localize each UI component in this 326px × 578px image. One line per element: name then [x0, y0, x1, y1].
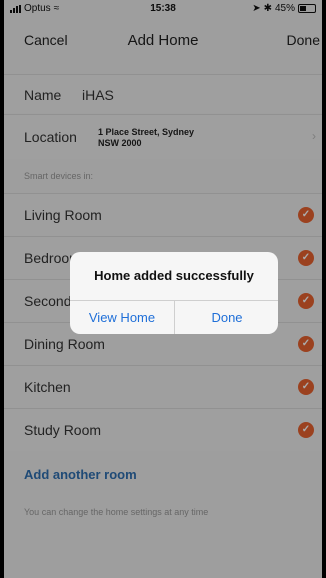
- alert-message: Home added successfully: [94, 268, 254, 283]
- phone-screen: Optus ≈ 15:38 ➤ ✱ 45% Cancel Add Home Do…: [4, 0, 322, 578]
- alert-done-button[interactable]: Done: [175, 301, 278, 334]
- alert-dialog: Home added successfully View Home Done: [70, 252, 278, 334]
- view-home-button[interactable]: View Home: [70, 301, 174, 334]
